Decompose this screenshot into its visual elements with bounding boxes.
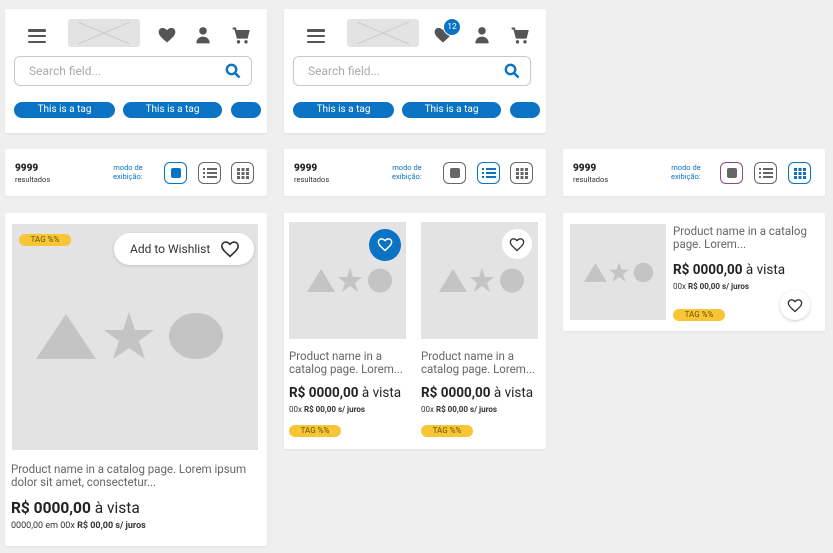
image-placeholder-icon — [307, 268, 392, 293]
product-card-large[interactable]: TAG %% Add to Wishlist Product name in a… — [5, 213, 267, 546]
logo-placeholder[interactable] — [347, 19, 419, 47]
search-icon[interactable] — [225, 63, 241, 79]
product-tag: TAG %% — [289, 425, 341, 437]
search-icon[interactable] — [504, 63, 520, 79]
product-price: R$ 0000,00 à vista — [11, 499, 140, 517]
product-price: R$ 0000,00 à vista — [289, 385, 402, 401]
results-bar-grid: 9999 resultados modo de exibição: — [563, 149, 825, 196]
view-list-button[interactable] — [754, 162, 777, 184]
tag-chip-partial[interactable] — [510, 102, 540, 118]
product-card-list[interactable]: Product name in a catalog page. Lorem...… — [563, 213, 825, 331]
product-name[interactable]: Product name in a catalog page. Lorem... — [289, 350, 407, 376]
product-name[interactable]: Product name in a catalog page. Lorem... — [673, 225, 818, 251]
grid-icon — [516, 168, 528, 179]
menu-icon[interactable] — [28, 29, 46, 43]
user-icon[interactable] — [193, 25, 213, 45]
grid-icon — [794, 168, 806, 179]
search-input[interactable]: Search field... — [293, 56, 531, 86]
results-bar-list: 9999 resultados modo de exibição: — [284, 149, 546, 196]
grid-icon — [237, 168, 249, 179]
product-installments: 0000,00 em 00x R$ 00,00 s/ juros — [11, 521, 146, 531]
view-large-button[interactable] — [443, 162, 466, 184]
menu-icon[interactable] — [307, 29, 325, 43]
cart-icon[interactable] — [510, 26, 530, 46]
view-grid-button[interactable] — [788, 162, 811, 184]
wishlist-heart-button-active[interactable] — [369, 229, 401, 261]
tag-chip[interactable]: This is a tag — [14, 102, 115, 118]
logo-placeholder[interactable] — [68, 19, 140, 47]
heart-outline-icon — [509, 238, 525, 252]
product-tag: TAG %% — [19, 234, 71, 246]
wishlist-heart-button[interactable] — [780, 290, 810, 320]
product-image-placeholder[interactable] — [570, 224, 666, 320]
view-mode-label: modo de exibição: — [392, 163, 422, 181]
view-list-button[interactable] — [198, 162, 221, 184]
header-card-default: Search field... This is a tag This is a … — [5, 9, 267, 133]
product-price: R$ 0000,00 à vista — [421, 385, 534, 401]
product-installments: 00x R$ 00,00 s/ juros — [673, 282, 750, 291]
user-icon[interactable] — [472, 25, 492, 45]
tag-chip[interactable]: This is a tag — [402, 102, 501, 118]
view-mode-label: modo de exibição: — [113, 163, 143, 181]
result-count: 9999 resultados — [573, 163, 609, 184]
heart-outline-icon — [787, 299, 803, 313]
heart-outline-icon — [220, 241, 240, 258]
search-placeholder: Search field... — [308, 64, 381, 78]
product-installments: 00x R$ 00,00 s/ juros — [289, 405, 366, 414]
image-placeholder-icon — [439, 268, 524, 293]
product-price: R$ 0000,00 à vista — [673, 262, 786, 278]
view-list-button[interactable] — [477, 162, 500, 184]
product-tag: TAG %% — [673, 309, 725, 321]
list-icon — [203, 168, 217, 178]
heart-icon[interactable] — [157, 25, 177, 45]
product-grid-container: Product name in a catalog page. Lorem...… — [284, 213, 546, 449]
heart-outline-icon — [377, 238, 393, 252]
product-tag: TAG %% — [421, 425, 473, 437]
list-icon — [482, 168, 496, 178]
tag-chip[interactable]: This is a tag — [123, 102, 222, 118]
result-count: 9999 resultados — [294, 163, 330, 184]
wishlist-heart-button[interactable] — [502, 229, 532, 259]
tag-chip-partial[interactable] — [231, 102, 261, 118]
search-input[interactable]: Search field... — [14, 56, 252, 86]
product-installments: 00x R$ 00,00 s/ juros — [421, 405, 498, 414]
view-grid-button[interactable] — [510, 162, 533, 184]
results-bar-large: 9999 resultados modo de exibição: — [5, 149, 267, 196]
image-placeholder-icon — [36, 312, 223, 359]
view-grid-button[interactable] — [231, 162, 254, 184]
product-name[interactable]: Product name in a catalog page. Lorem ip… — [11, 463, 256, 489]
add-to-wishlist-label: Add to Wishlist — [130, 242, 211, 256]
cart-icon[interactable] — [231, 26, 251, 46]
wishlist-count-badge: 12 — [443, 18, 461, 36]
header-card-wishlist-count: 12 Search field... This is a tag This is… — [284, 9, 546, 133]
product-name[interactable]: Product name in a catalog page. Lorem... — [421, 350, 539, 376]
result-count: 9999 resultados — [15, 163, 51, 184]
view-large-button[interactable] — [164, 162, 187, 184]
view-large-button[interactable] — [720, 162, 743, 184]
list-icon — [759, 168, 773, 178]
tag-chip[interactable]: This is a tag — [293, 102, 394, 118]
search-placeholder: Search field... — [29, 64, 102, 78]
view-mode-label: modo de exibição: — [671, 163, 701, 181]
add-to-wishlist-button[interactable]: Add to Wishlist — [114, 233, 254, 265]
image-placeholder-icon — [584, 262, 654, 283]
